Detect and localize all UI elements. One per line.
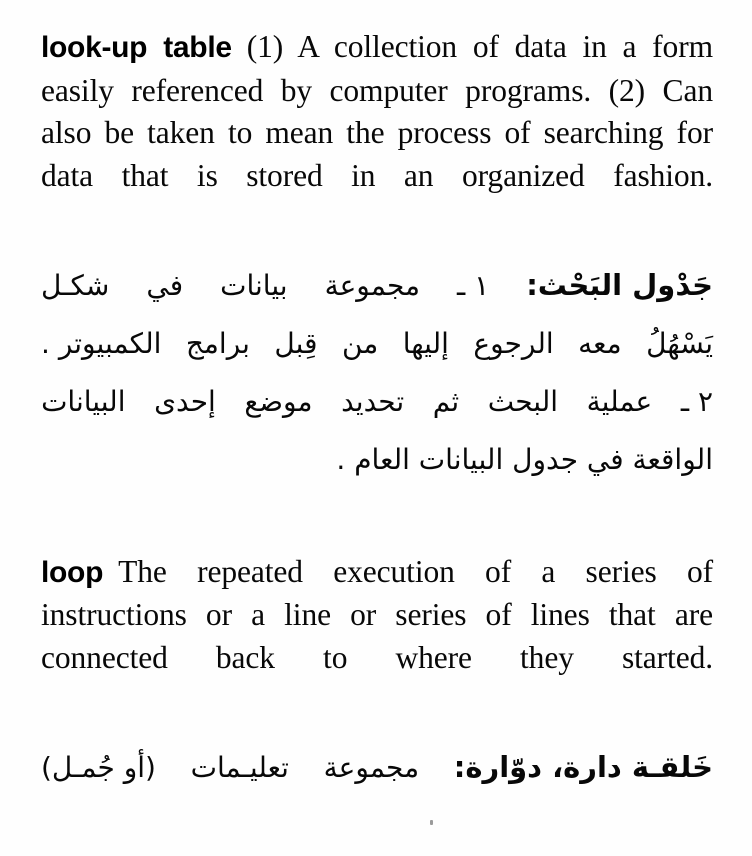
- entry-separator: [41, 489, 713, 551]
- page-content: look-up table (1) A collection of data in…: [41, 26, 713, 797]
- arabic-line: الواقعة في جدول البيانات العام .: [336, 442, 713, 476]
- headword-look-up-table: look-up table: [41, 31, 232, 64]
- arabic-line: خَلقـة دارة، دوّارة: مجموعة تعليـمات (أو…: [41, 738, 713, 797]
- arabic-word: شكـل: [41, 268, 110, 302]
- arabic-word: البيانات: [41, 384, 126, 418]
- arabic-word: موضع: [244, 384, 313, 418]
- arabic-word: في: [146, 268, 184, 302]
- arabic-line: جَدْول البَحْث: ١ ـ مجموعة بيانات في شكـ…: [41, 256, 713, 315]
- arabic-headword-look-up-table: جَدْول البَحْث:: [526, 267, 713, 302]
- arabic-sense-marker-2: ٢ ـ: [680, 384, 713, 418]
- arabic-headword-loop: خَلقـة دارة، دوّارة:: [453, 749, 713, 784]
- dictionary-entry-look-up-table: look-up table (1) A collection of data in…: [41, 26, 713, 489]
- arabic-word: الكمبيوتر .: [41, 326, 162, 360]
- arabic-word: تحديد: [341, 384, 405, 418]
- arabic-definition-block-look-up-table: جَدْول البَحْث: ١ ـ مجموعة بيانات في شكـ…: [41, 256, 713, 489]
- arabic-word: مجموعة: [324, 268, 421, 302]
- scan-speck-artifact: [430, 820, 433, 825]
- arabic-definition-block-loop: خَلقـة دارة، دوّارة: مجموعة تعليـمات (أو…: [41, 738, 713, 797]
- english-definition-block: look-up table (1) A collection of data in…: [41, 26, 713, 240]
- arabic-word: بيانات: [220, 268, 288, 302]
- arabic-word: الرجوع: [473, 326, 554, 360]
- arabic-word: تعليـمات: [190, 750, 289, 784]
- arabic-word: إحدى: [154, 384, 216, 418]
- arabic-word: قِبل: [274, 326, 318, 360]
- arabic-word: مجموعة: [323, 750, 420, 784]
- arabic-line: ٢ ـ عملية البحث ثم تحديد موضع إحدى البيا…: [41, 373, 713, 431]
- dictionary-entry-loop: loop The repeated execution of a series o…: [41, 551, 713, 797]
- spacer-english-arabic: [41, 722, 713, 738]
- arabic-word: يَسْهُلُ: [646, 326, 713, 360]
- arabic-word: من: [341, 326, 379, 360]
- arabic-word: معه: [578, 326, 622, 360]
- dictionary-page: look-up table (1) A collection of data in…: [0, 0, 752, 856]
- arabic-parenthetical: (أو جُمـل): [41, 750, 156, 784]
- headword-loop: loop: [41, 555, 104, 589]
- english-definition-text: The repeated execution of a series of in…: [41, 553, 713, 675]
- arabic-word: عملية: [586, 384, 653, 418]
- english-definition-block: loop The repeated execution of a series o…: [41, 551, 713, 722]
- arabic-word: البحث: [487, 384, 559, 418]
- arabic-word: إليها: [402, 326, 449, 360]
- arabic-sense-marker-1: ١ ـ: [457, 268, 490, 302]
- arabic-word: ثم: [432, 384, 460, 418]
- arabic-word: برامج: [185, 326, 250, 360]
- spacer-english-arabic: [41, 240, 713, 256]
- arabic-line: يَسْهُلُ معه الرجوع إليها من قِبل برامج …: [41, 315, 713, 373]
